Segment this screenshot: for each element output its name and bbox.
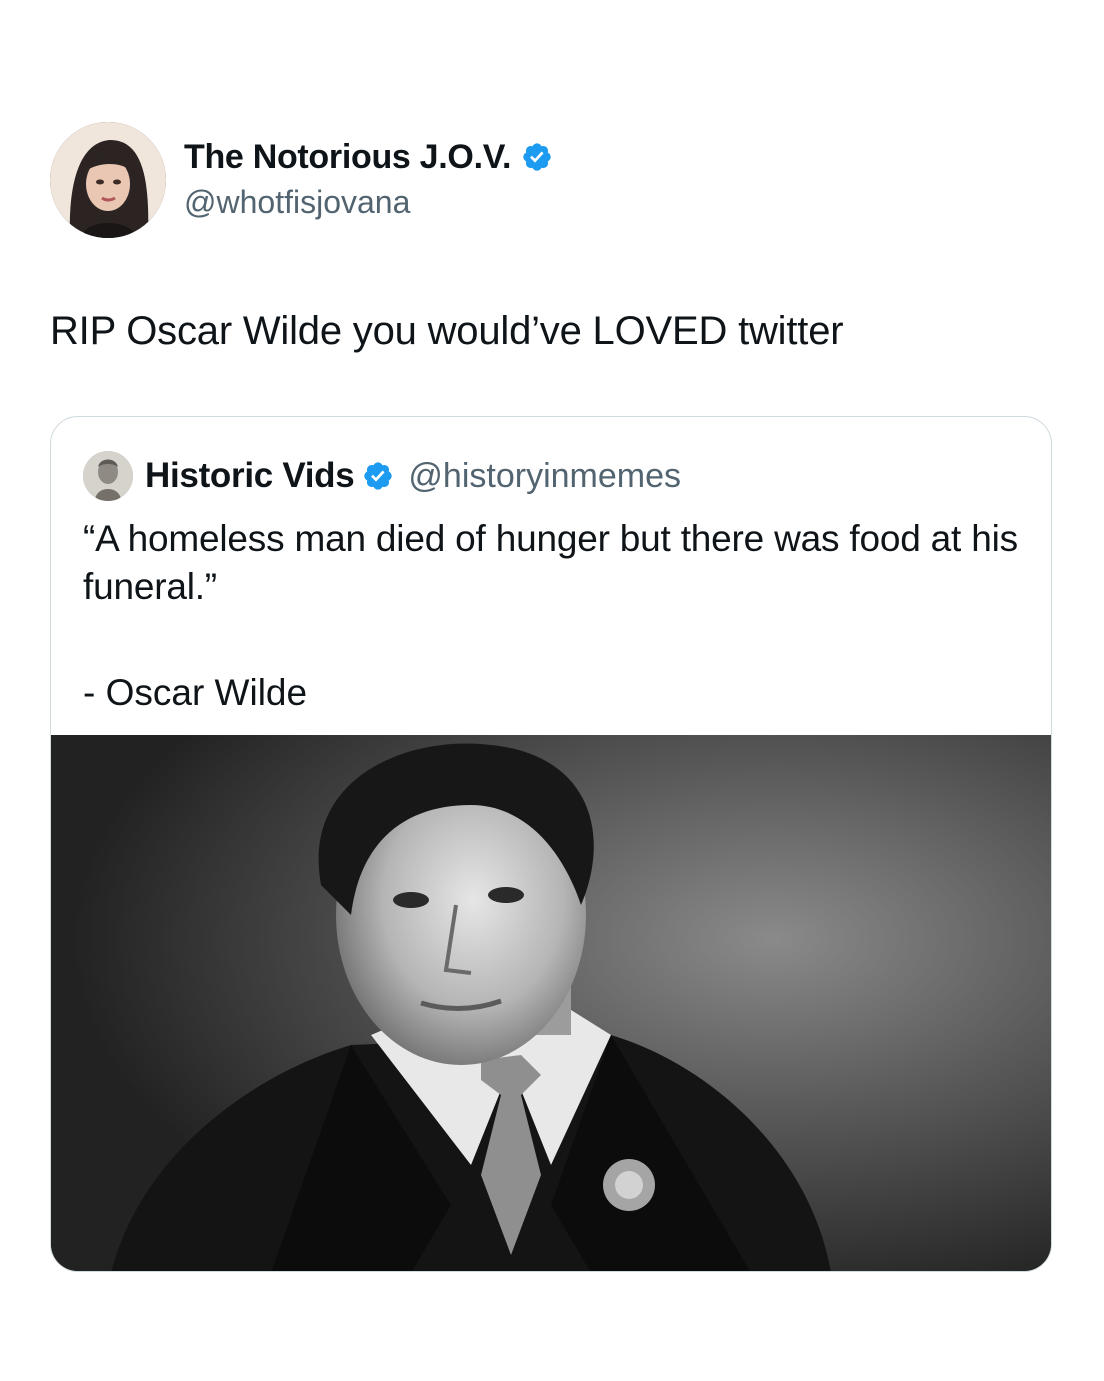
quoted-author-display-name[interactable]: Historic Vids <box>145 456 355 496</box>
quoted-tweet-card[interactable]: Historic Vids @historyinmemes “A homeles… <box>50 416 1052 1272</box>
tweet-text: RIP Oscar Wilde you would’ve LOVED twitt… <box>50 309 844 353</box>
author-display-name[interactable]: The Notorious J.O.V. <box>184 135 511 179</box>
display-name-row: The Notorious J.O.V. <box>184 135 553 179</box>
avatar-portrait <box>50 122 166 238</box>
quoted-tweet-header: Historic Vids @historyinmemes <box>83 451 681 501</box>
portrait-photo <box>51 735 1051 1271</box>
tweet-header: The Notorious J.O.V. @whotfisjovana <box>50 122 553 238</box>
bust-statue-avatar <box>83 451 133 501</box>
quoted-tweet-attribution: - Oscar Wilde <box>83 672 308 713</box>
quoted-author-avatar[interactable] <box>83 451 133 501</box>
author-avatar[interactable] <box>50 122 166 238</box>
quoted-tweet-photo[interactable] <box>51 735 1051 1271</box>
quoted-author-handle[interactable]: @historyinmemes <box>408 457 681 496</box>
verified-badge-icon <box>364 462 393 490</box>
verified-badge-icon <box>523 143 551 171</box>
quoted-tweet-text: “A homeless man died of hunger but there… <box>83 518 1018 607</box>
author-handle[interactable]: @whotfisjovana <box>184 179 553 225</box>
author-names: The Notorious J.O.V. @whotfisjovana <box>184 135 553 225</box>
